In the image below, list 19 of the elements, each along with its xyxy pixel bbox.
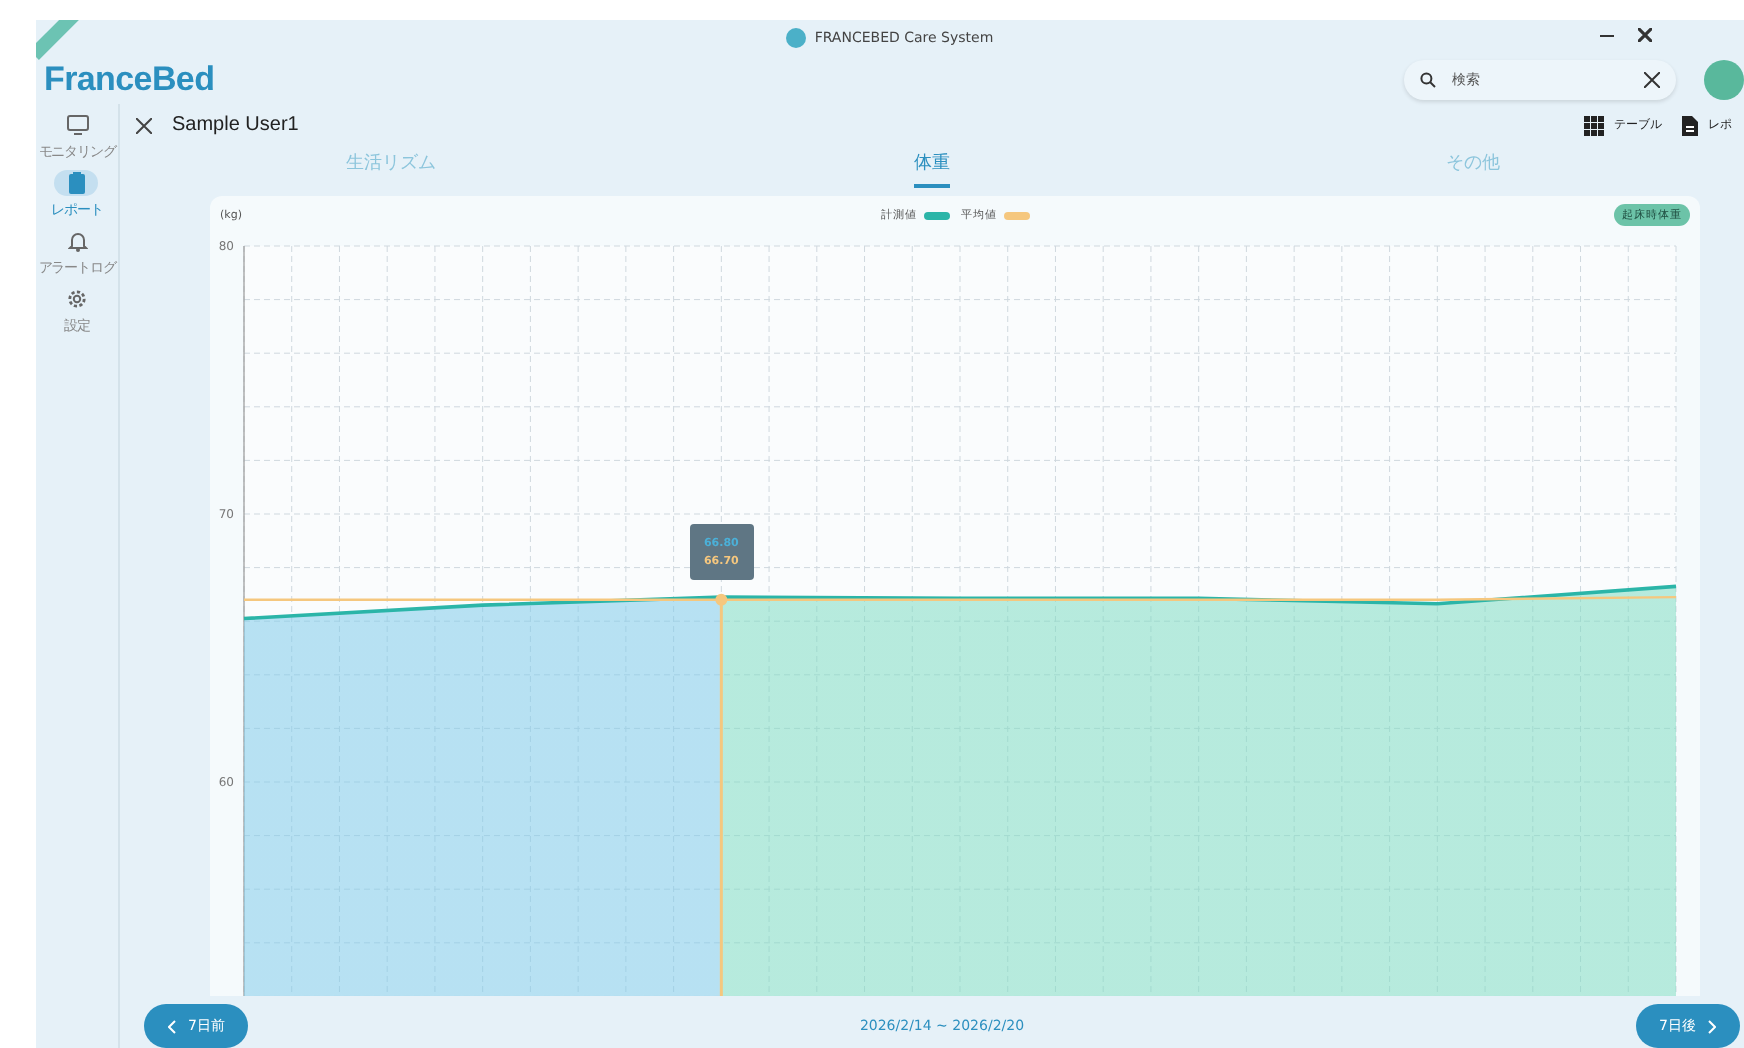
bell-icon (67, 230, 87, 252)
settings-icon (66, 288, 88, 310)
tab[interactable]: 生活リズム (345, 147, 436, 188)
monitor-icon (65, 114, 89, 136)
chevron-right-icon (1708, 1019, 1716, 1033)
hover-point (715, 593, 728, 606)
search-icon (1420, 72, 1436, 88)
table-icon (1584, 115, 1604, 136)
chevron-left-icon (168, 1019, 176, 1033)
user-name: Sample User1 (172, 114, 299, 137)
close-icon[interactable] (136, 117, 152, 134)
close-icon[interactable] (1638, 28, 1652, 42)
logo: FranceBed (44, 60, 215, 100)
tab[interactable]: その他 (1446, 147, 1501, 188)
document-icon (1682, 115, 1698, 136)
clipboard-icon (67, 172, 86, 194)
app-icon (786, 28, 807, 48)
tab[interactable]: 体重 (914, 147, 950, 188)
clear-icon[interactable] (1644, 72, 1660, 88)
